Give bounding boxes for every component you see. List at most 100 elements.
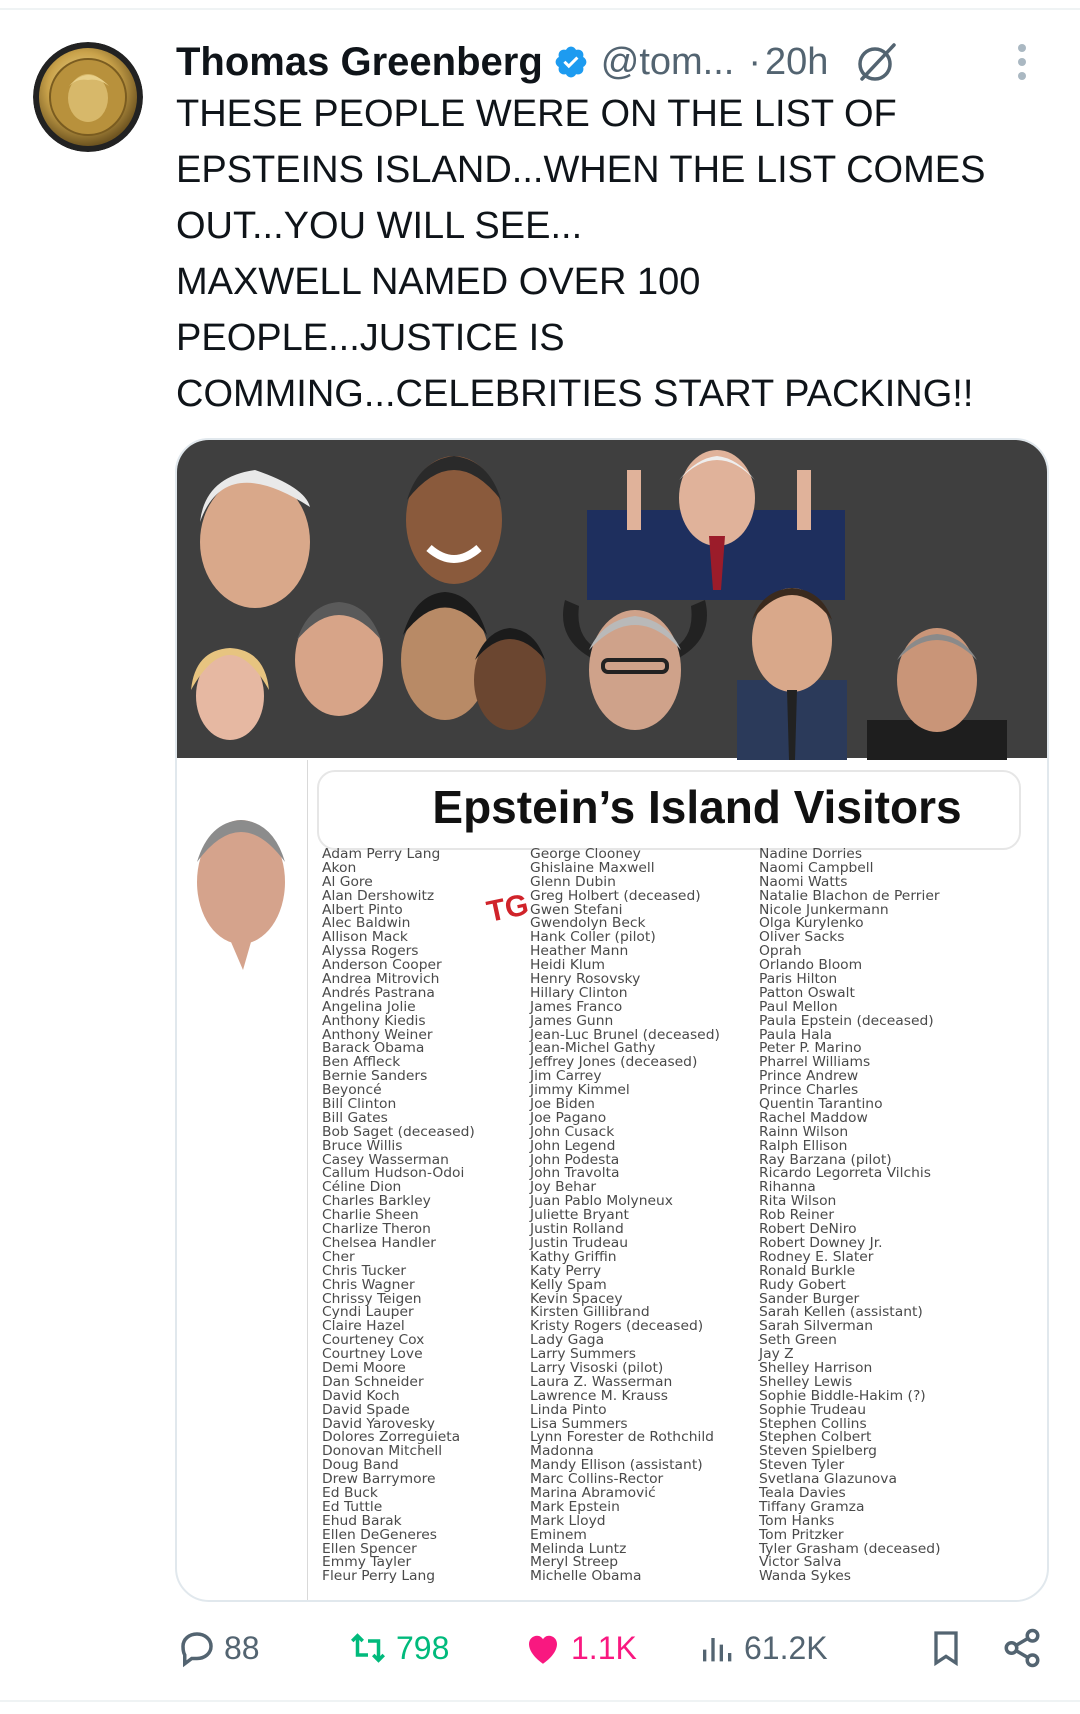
views-button[interactable]: 61.2K: [698, 1620, 828, 1676]
face-photo: [197, 820, 285, 970]
visitor-name: Pharrel Williams: [759, 1055, 871, 1071]
grok-icon[interactable]: [854, 39, 900, 85]
visitor-name: Ray Barzana (pilot): [759, 1152, 892, 1168]
repost-button[interactable]: 798: [346, 1620, 449, 1676]
reply-button[interactable]: 88: [176, 1620, 260, 1676]
share-button[interactable]: [1001, 1620, 1049, 1676]
visitor-name: Larry Summers: [530, 1347, 636, 1363]
visitor-name: Laura Z. Wasserman: [530, 1374, 673, 1390]
more-options-icon[interactable]: [1010, 42, 1034, 82]
visitor-name: Robert Downey Jr.: [759, 1235, 883, 1251]
post-text-line: EPSTEINS ISLAND...WHEN THE LIST COMES: [176, 149, 986, 191]
like-button[interactable]: 1.1K: [521, 1620, 637, 1676]
post-text: THESE PEOPLE WERE ON THE LIST OF EPSTEIN…: [176, 86, 1056, 422]
visitor-name: Tiffany Gramza: [759, 1499, 865, 1515]
visitor-name: Jean-Luc Brunel (deceased): [530, 1027, 720, 1043]
bookmark-button[interactable]: [926, 1620, 972, 1676]
avatar[interactable]: [33, 42, 143, 152]
visitor-name: Jim Carrey: [530, 1069, 602, 1085]
post-text-line: MAXWELL NAMED OVER 100: [176, 261, 701, 303]
visitor-name: Bill Clinton: [322, 1097, 397, 1113]
visitor-name: James Franco: [530, 999, 623, 1015]
visitor-name: Jay Z: [759, 1347, 794, 1363]
visitor-name: Chris Wagner: [322, 1277, 415, 1293]
visitor-name: Casey Wasserman: [322, 1152, 449, 1168]
visitor-name: Chrissy Teigen: [322, 1291, 422, 1307]
author-name[interactable]: Thomas Greenberg: [176, 40, 543, 85]
separator-dot: ·: [748, 40, 762, 83]
visitor-name: Teala Davies: [759, 1485, 846, 1501]
visitor-name: Mandy Ellison (assistant): [530, 1458, 703, 1474]
visitor-name: Rainn Wilson: [759, 1124, 849, 1140]
visitor-name: Kristy Rogers (deceased): [530, 1319, 704, 1335]
views-icon: [703, 1638, 732, 1662]
visitor-name: Madonna: [530, 1444, 594, 1460]
visitor-name: Stephen Collins: [759, 1416, 867, 1432]
post-text-line: PEOPLE...JUSTICE IS: [176, 317, 565, 359]
visitor-name: Dan Schneider: [322, 1374, 424, 1390]
views-count: 61.2K: [744, 1629, 828, 1666]
visitor-name: Shelley Harrison: [759, 1360, 873, 1376]
visitor-name: Anthony Weiner: [322, 1027, 433, 1043]
visitor-name: Kelly Spam: [530, 1277, 607, 1293]
face-photo: [867, 628, 1007, 760]
visitor-name: Tom Pritzker: [759, 1527, 844, 1543]
post-image[interactable]: Epstein’s Island Visitors TG Adam Perry …: [175, 438, 1049, 1602]
visitor-name: Albert Pinto: [322, 902, 403, 918]
visitor-name: Hillary Clinton: [530, 985, 628, 1001]
visitor-name: Kirsten Gillibrand: [530, 1305, 650, 1321]
reply-icon: [181, 1632, 213, 1668]
repost-icon: [351, 1633, 385, 1663]
face-photo: [401, 592, 546, 730]
visitor-name: Larry Visoski (pilot): [530, 1360, 664, 1376]
visitor-name: Mark Lloyd: [530, 1513, 606, 1529]
visitor-name: Alyssa Rogers: [322, 944, 419, 960]
visitor-name: Sarah Silverman: [759, 1319, 874, 1335]
face-photo: [406, 456, 502, 584]
visitor-name: Marc Collins-Rector: [530, 1472, 664, 1488]
visitor-name: Steven Tyler: [759, 1458, 845, 1474]
visitor-name: Rachel Maddow: [759, 1110, 868, 1126]
visitor-name: Michelle Obama: [530, 1569, 642, 1585]
visitor-name: Ricardo Legorreta Vilchis: [759, 1166, 931, 1182]
visitor-name: Stephen Colbert: [759, 1430, 872, 1446]
visitor-name: David Yarovesky: [322, 1416, 435, 1432]
visitor-name: Ralph Ellison: [759, 1138, 848, 1154]
visitor-name: Sophie Biddle-Hakim (?): [759, 1388, 926, 1404]
bookmark-icon: [934, 1631, 958, 1667]
visitor-name: Alec Baldwin: [322, 916, 411, 932]
top-divider: [0, 8, 1080, 10]
visitor-name: Kevin Spacey: [530, 1291, 623, 1307]
visitor-name: Justin Rolland: [530, 1222, 624, 1238]
visitor-name: Paula Hala: [759, 1027, 832, 1043]
visitor-name: Sarah Kellen (assistant): [759, 1305, 923, 1321]
face-photo: [563, 600, 707, 730]
visitor-name: Dolores Zorreguieta: [322, 1430, 461, 1446]
visitor-name: Melinda Luntz: [530, 1541, 627, 1557]
visitor-name: David Koch: [322, 1388, 400, 1404]
visitor-name: Seth Green: [759, 1333, 837, 1349]
visitor-name: Robert DeNiro: [759, 1222, 857, 1238]
visitor-name: Ghislaine Maxwell: [530, 860, 655, 876]
visitor-name: Lisa Summers: [530, 1416, 628, 1432]
visitor-name: Glenn Dubin: [530, 874, 616, 890]
visitor-name: Joe Pagano: [530, 1110, 607, 1126]
visitor-name: Jean-Michel Gathy: [530, 1041, 656, 1057]
visitor-name: John Travolta: [530, 1166, 620, 1182]
visitor-name: Wanda Sykes: [759, 1569, 851, 1585]
visitor-name: Naomi Campbell: [759, 860, 874, 876]
visitor-name: Bob Saget (deceased): [322, 1124, 475, 1140]
visitor-name: Bill Gates: [322, 1110, 388, 1126]
author-handle[interactable]: @tom...: [601, 41, 735, 84]
visitor-name: Anderson Cooper: [322, 958, 442, 974]
visitor-name: Fleur Perry Lang: [322, 1569, 436, 1585]
visitor-name: Barack Obama: [322, 1041, 425, 1057]
visitor-name: Ben Affleck: [322, 1055, 401, 1071]
visitor-name: Bruce Willis: [322, 1138, 403, 1154]
visitor-name: Kathy Griffin: [530, 1249, 617, 1265]
visitor-name: Courtney Love: [322, 1347, 423, 1363]
post-time[interactable]: 20h: [765, 41, 828, 84]
list-title: Epstein’s Island Visitors: [432, 781, 962, 833]
visitor-name: Charles Barkley: [322, 1194, 431, 1210]
bottom-divider: [0, 1700, 1080, 1702]
